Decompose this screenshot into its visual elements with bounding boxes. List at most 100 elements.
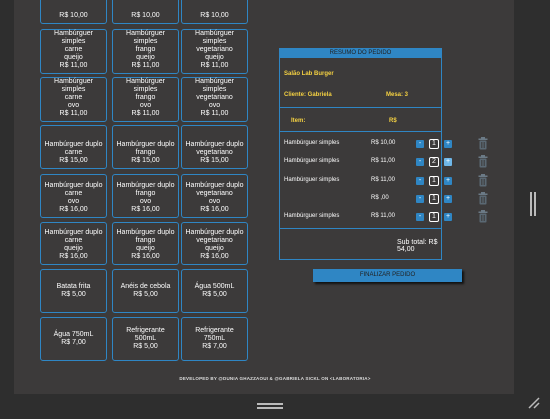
table-number: Mesa: 3: [386, 92, 409, 98]
order-item-name: Hambúrguer simples: [284, 213, 340, 219]
resize-icon[interactable]: [528, 397, 540, 409]
quantity-value: 1: [429, 176, 439, 186]
menu-item-price: R$ 15,00: [200, 157, 229, 164]
menu-item-price: R$ 11,00: [200, 110, 229, 117]
menu-item-name: Anéis de cebola: [120, 282, 171, 290]
menu-item-card[interactable]: Hambúrguer duplo carne R$ 15,00: [40, 125, 107, 169]
order-item-name: Hambúrguer simples: [284, 140, 340, 146]
menu-item-name: Hambúrguer duplo vegetariano: [185, 141, 244, 156]
menu-item-price: R$ 7,00: [61, 338, 86, 346]
order-item-price: R$ 10,00: [371, 140, 396, 146]
trash-icon[interactable]: [478, 174, 488, 187]
subtotal: Sub total: R$ 54,00: [397, 239, 438, 253]
drag-grip[interactable]: [257, 403, 283, 409]
menu-item-price: R$ 16,00: [200, 206, 229, 213]
order-item-row: Hambúrguer simples R$ 10,00 -1 +: [284, 137, 488, 151]
menu-item-card[interactable]: R$ 10,00: [112, 0, 179, 24]
menu-item-card[interactable]: Refrigerante 500mL R$ 5,00: [112, 317, 179, 361]
menu-item-card[interactable]: R$ 10,00: [40, 0, 107, 24]
menu-item-name: Hambúrguer duplo frango queijo: [116, 229, 175, 252]
quantity-value: 1: [429, 139, 439, 149]
order-item-row: Hambúrguer simples R$ 11,00 -2 +: [284, 155, 488, 169]
menu-item-name: Batata frita: [56, 282, 91, 290]
menu-item-price: R$ 16,00: [59, 206, 88, 213]
menu-item-price: R$ 5,00: [133, 342, 158, 350]
menu-item-card[interactable]: Hambúrguer duplo carne ovo R$ 16,00: [40, 174, 107, 218]
increase-quantity-button[interactable]: +: [444, 158, 452, 166]
order-item-price: R$ ,00: [371, 195, 389, 201]
quantity-value: 1: [429, 194, 439, 204]
menu-item-price: R$ 11,00: [59, 62, 88, 69]
menu-item-card[interactable]: Hambúrguer duplo vegetariano ovo R$ 16,00: [181, 174, 248, 218]
decrease-quantity-button[interactable]: -: [416, 140, 424, 148]
quantity-value: 2: [429, 157, 439, 167]
menu-item-card[interactable]: Hambúrguer simples carne ovo R$ 11,00: [40, 77, 107, 122]
order-item-row: Hambúrguer simples R$ 11,00 -1 +: [284, 174, 488, 188]
menu-item-name: Hambúrguer simples frango ovo: [126, 78, 165, 109]
menu-item-name: Hambúrguer simples frango queijo: [126, 30, 165, 61]
menu-item-price: R$ 10,00: [59, 12, 88, 19]
divider: [280, 107, 441, 108]
menu-item-card[interactable]: Hambúrguer duplo vegetariano R$ 15,00: [181, 125, 248, 169]
currency-label: R$: [389, 118, 397, 124]
menu-item-price: R$ 16,00: [131, 206, 160, 213]
menu-item-card[interactable]: Hambúrguer simples carne queijo R$ 11,00: [40, 29, 107, 74]
increase-quantity-button[interactable]: +: [444, 213, 452, 221]
menu-item-card[interactable]: Anéis de cebola R$ 5,00: [112, 269, 179, 313]
menu-item-card[interactable]: Hambúrguer duplo carne queijo R$ 16,00: [40, 222, 107, 265]
divider: [280, 131, 441, 132]
menu-item-price: R$ 11,00: [59, 110, 88, 117]
order-summary-title: RESUMO DO PEDIDO: [280, 49, 441, 58]
menu-item-card[interactable]: Hambúrguer duplo frango R$ 15,00: [112, 125, 179, 169]
decrease-quantity-button[interactable]: -: [416, 213, 424, 221]
order-item-price: R$ 11,00: [371, 158, 395, 164]
increase-quantity-button[interactable]: +: [444, 195, 452, 203]
menu-item-card[interactable]: Hambúrguer simples vegetariano queijo R$ …: [181, 29, 248, 74]
menu-item-name: Hambúrguer duplo carne ovo: [44, 182, 103, 205]
menu-item-price: R$ 5,00: [202, 290, 227, 298]
decrease-quantity-button[interactable]: -: [416, 158, 424, 166]
menu-item-name: Hambúrguer simples vegetariano queijo: [195, 30, 234, 61]
increase-quantity-button[interactable]: +: [444, 177, 452, 185]
order-item-price: R$ 11,00: [371, 177, 395, 183]
menu-item-card[interactable]: Hambúrguer simples frango ovo R$ 11,00: [112, 77, 179, 122]
divider: [280, 228, 441, 229]
menu-item-name: Água 750mL: [53, 330, 94, 338]
menu-item-price: R$ 11,00: [131, 110, 160, 117]
trash-icon[interactable]: [478, 192, 488, 205]
menu-item-price: R$ 5,00: [133, 290, 158, 298]
trash-icon[interactable]: [478, 210, 488, 223]
menu-item-price: R$ 15,00: [131, 157, 160, 164]
menu-item-name: Hambúrguer duplo frango ovo: [116, 182, 175, 205]
finalize-order-button[interactable]: FINALIZAR PEDIDO: [313, 269, 462, 282]
order-item-price: R$ 11,00: [371, 213, 395, 219]
trash-icon[interactable]: [478, 137, 488, 150]
menu-item-card[interactable]: Hambúrguer duplo frango queijo R$ 16,00: [112, 222, 179, 265]
menu-item-card[interactable]: Batata frita R$ 5,00: [40, 269, 107, 313]
menu-item-card[interactable]: Refrigerante 750mL R$ 7,00: [181, 317, 248, 361]
increase-quantity-button[interactable]: +: [444, 140, 452, 148]
menu-item-card[interactable]: R$ 10,00: [181, 0, 248, 24]
order-item-name: Hambúrguer simples: [284, 158, 340, 164]
scroll-handle[interactable]: [530, 192, 536, 216]
menu-item-card[interactable]: Hambúrguer duplo frango ovo R$ 16,00: [112, 174, 179, 218]
decrease-quantity-button[interactable]: -: [416, 195, 424, 203]
menu-item-name: Hambúrguer duplo carne: [44, 141, 103, 156]
menu-item-price: R$ 7,00: [202, 342, 227, 350]
menu-item-price: R$ 16,00: [200, 253, 229, 260]
menu-item-card[interactable]: Água 750mL R$ 7,00: [40, 317, 107, 361]
menu-item-card[interactable]: Hambúrguer simples frango queijo R$ 11,00: [112, 29, 179, 74]
menu-item-card[interactable]: Hambúrguer duplo vegetariano queijo R$ 16…: [181, 222, 248, 265]
menu-item-price: R$ 16,00: [131, 253, 160, 260]
decrease-quantity-button[interactable]: -: [416, 177, 424, 185]
client-name: Cliente: Gabriela: [284, 92, 332, 98]
trash-icon[interactable]: [478, 155, 488, 168]
menu-item-card[interactable]: Hambúrguer simples vegetariano ovo R$ 11,…: [181, 77, 248, 122]
menu-item-price: R$ 10,00: [131, 12, 160, 19]
menu-item-price: R$ 15,00: [59, 157, 88, 164]
menu-item-price: R$ 16,00: [59, 253, 88, 260]
order-item-name: Hambúrguer simples: [284, 177, 340, 183]
menu-item-name: Hambúrguer duplo vegetariano queijo: [185, 229, 244, 252]
menu-item-name: Hambúrguer simples carne ovo: [54, 78, 93, 109]
menu-item-card[interactable]: Água 500mL R$ 5,00: [181, 269, 248, 313]
